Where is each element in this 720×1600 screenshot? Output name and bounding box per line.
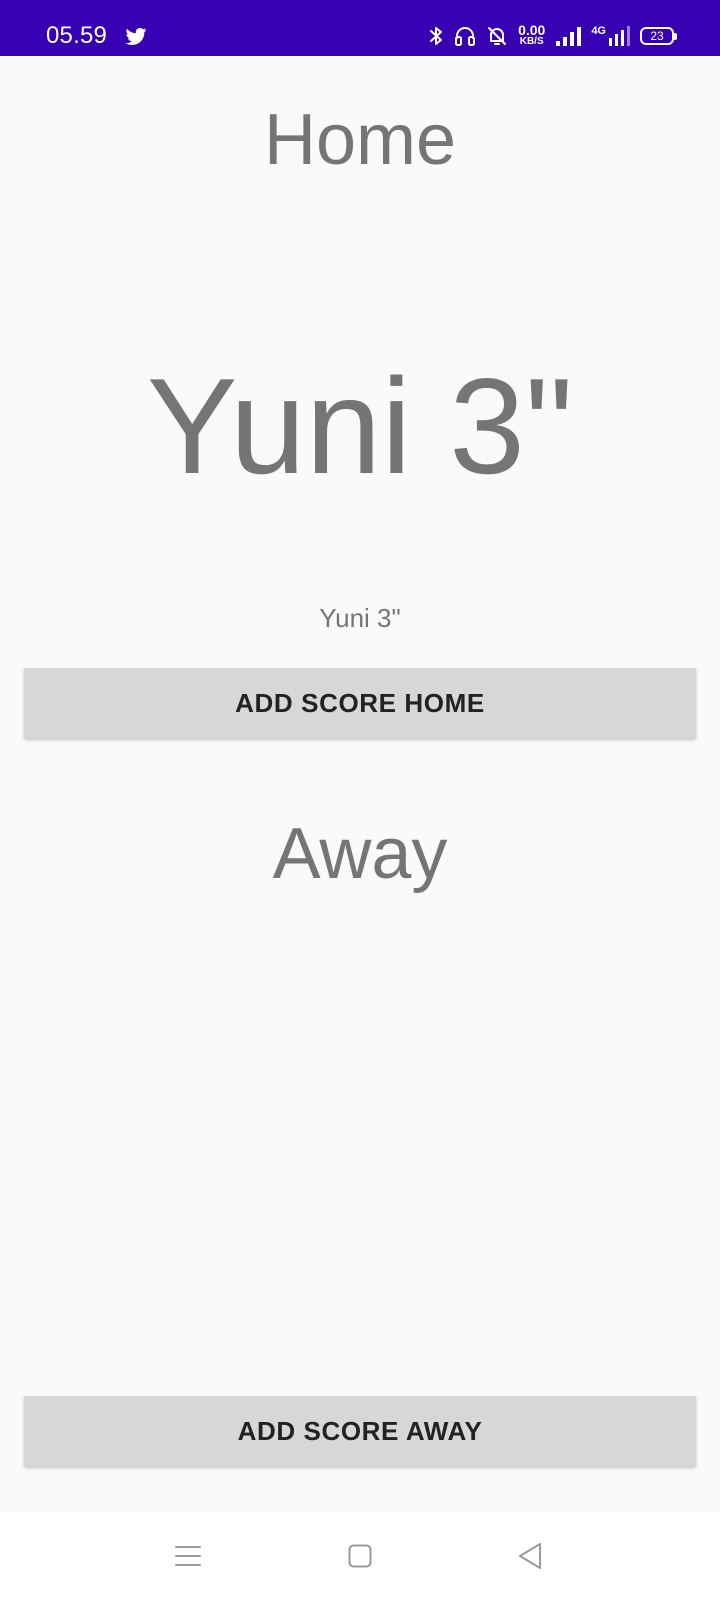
home-score-large: Yuni 3": [146, 350, 574, 502]
battery-icon: 23: [640, 27, 677, 45]
network-speed-value: 0.00: [518, 22, 546, 38]
add-score-away-button[interactable]: ADD SCORE AWAY: [24, 1396, 696, 1466]
away-team-label: Away: [272, 814, 448, 894]
headphones-icon: [454, 25, 476, 47]
home-team-label: Home: [263, 100, 457, 180]
home-score-small: Yuni 3": [319, 603, 401, 633]
network-speed-unit: KB/S: [519, 36, 544, 47]
status-bar: 05.59 0.00 KB/S 4G 23: [0, 0, 720, 56]
battery-level: 23: [650, 29, 664, 43]
signal-icon: [555, 26, 582, 46]
bluetooth-icon: [428, 25, 444, 47]
main-content: Home Yuni 3" Yuni 3" ADD SCORE HOME Away…: [0, 56, 720, 1512]
status-icons: 0.00 KB/S 4G 23: [428, 18, 677, 54]
navigation-bar: [0, 1512, 720, 1600]
notifications-off-icon: [486, 25, 508, 47]
network-type-label: 4G: [591, 25, 606, 37]
home-square-icon[interactable]: [336, 1532, 384, 1580]
twitter-icon: [124, 24, 148, 48]
status-time: 05.59: [46, 22, 108, 49]
network-speed: 0.00 KB/S: [518, 22, 546, 48]
add-score-home-button[interactable]: ADD SCORE HOME: [24, 668, 696, 738]
signal-4g-icon: 4G: [591, 26, 630, 46]
back-triangle-icon[interactable]: [506, 1532, 554, 1580]
menu-icon[interactable]: [164, 1532, 212, 1580]
